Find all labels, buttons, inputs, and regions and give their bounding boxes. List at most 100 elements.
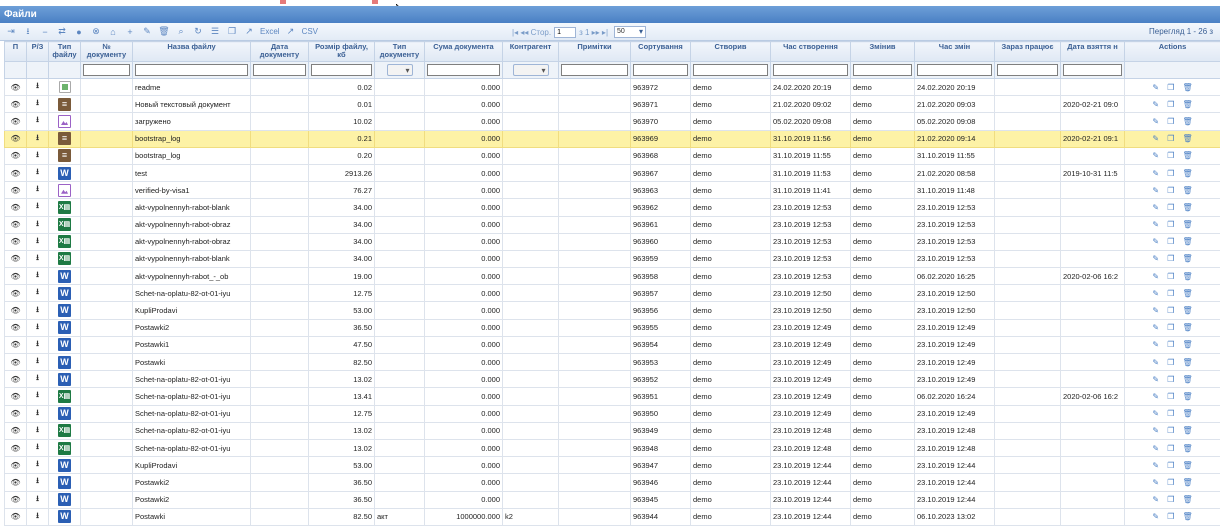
edit-row-icon[interactable]: ✎ <box>1152 134 1159 143</box>
view-eye-icon[interactable]: 👁 <box>10 220 20 229</box>
edit-row-icon[interactable]: ✎ <box>1152 151 1159 160</box>
copy-row-icon[interactable]: ❐ <box>1167 117 1174 126</box>
download-file-icon[interactable]: ⭳ <box>36 442 39 451</box>
copy-row-icon[interactable]: ❐ <box>1167 358 1174 367</box>
cell-name[interactable]: bootstrap_log <box>132 146 251 165</box>
view-eye-icon[interactable]: 👁 <box>10 134 20 143</box>
table-row[interactable]: 👁 ⭳ загружено 10.02 0.000 963970 demo 05… <box>4 112 1220 131</box>
copy-row-icon[interactable]: ❐ <box>1167 512 1174 521</box>
page-size-select[interactable]: 50 <box>614 26 647 38</box>
copy-row-icon[interactable]: ❐ <box>1167 151 1174 160</box>
table-row[interactable]: 👁 ⭳ readme 0.02 0.000 963972 demo 24.02.… <box>4 77 1220 97</box>
cell-name[interactable]: Postawki <box>132 352 251 372</box>
download-file-icon[interactable]: ⭳ <box>36 167 39 176</box>
filter-doctype-select[interactable] <box>386 64 413 76</box>
view-eye-icon[interactable]: 👁 <box>10 375 20 384</box>
delete-row-icon[interactable]: 🗑 <box>1182 478 1192 487</box>
download-icon[interactable]: ⭳ <box>21 24 35 40</box>
delete-icon[interactable]: 🗑 <box>157 26 171 37</box>
download-file-icon[interactable]: ⭳ <box>36 184 39 193</box>
edit-row-icon[interactable]: ✎ <box>1152 83 1159 92</box>
filter-notes-input[interactable] <box>561 64 628 76</box>
delete-row-icon[interactable]: 🗑 <box>1182 426 1192 435</box>
cell-name[interactable]: Schet-na-oplatu-82-ot-01-iyu <box>132 370 251 389</box>
delete-row-icon[interactable]: 🗑 <box>1182 306 1192 315</box>
view-eye-icon[interactable]: 👁 <box>10 444 20 453</box>
delete-row-icon[interactable]: 🗑 <box>1182 134 1192 143</box>
view-eye-icon[interactable]: 👁 <box>10 306 20 315</box>
filter-modified-input[interactable] <box>917 64 992 76</box>
cell-name[interactable]: verified-by-visa1 <box>132 181 251 200</box>
col-name[interactable]: Назва файлу <box>132 41 251 62</box>
copy-row-icon[interactable]: ❐ <box>1167 478 1174 487</box>
filter-sort-input[interactable] <box>633 64 688 76</box>
copy-row-icon[interactable]: ❐ <box>1167 323 1174 332</box>
delete-row-icon[interactable]: 🗑 <box>1182 340 1192 349</box>
table-row[interactable]: 👁 ⭳ X▤ akt-vypolnennyh-rabot-blank 34.00… <box>4 249 1220 269</box>
col-size[interactable]: Розмір файлу, кб <box>308 41 375 62</box>
view-eye-icon[interactable]: 👁 <box>10 289 20 298</box>
table-row[interactable]: 👁 ⭳ X▤ akt-vypolnennyh-rabot-blank 34.00… <box>4 198 1220 217</box>
edit-row-icon[interactable]: ✎ <box>1152 478 1159 487</box>
add-icon[interactable]: + <box>123 27 137 37</box>
cell-name[interactable]: akt-vypolnennyh-rabot_-_ob <box>132 267 251 286</box>
copy-row-icon[interactable]: ❐ <box>1167 186 1174 195</box>
edit-row-icon[interactable]: ✎ <box>1152 340 1159 349</box>
table-row[interactable]: 👁 ⭳ W Postawki2 36.50 0.000 963945 demo … <box>4 490 1220 509</box>
edit-row-icon[interactable]: ✎ <box>1152 375 1159 384</box>
edit-row-icon[interactable]: ✎ <box>1152 186 1159 195</box>
copy-row-icon[interactable]: ❐ <box>1167 340 1174 349</box>
view-eye-icon[interactable]: 👁 <box>10 254 20 263</box>
copy-row-icon[interactable]: ❐ <box>1167 237 1174 246</box>
table-row[interactable]: 👁 ⭳ W Postawki 82.50 акт 1000000.000 k2 … <box>4 507 1220 526</box>
view-eye-icon[interactable]: 👁 <box>10 323 20 332</box>
edit-row-icon[interactable]: ✎ <box>1152 117 1159 126</box>
table-row[interactable]: 👁 ⭳ verified-by-visa1 76.27 0.000 963963… <box>4 181 1220 200</box>
edit-row-icon[interactable]: ✎ <box>1152 512 1159 521</box>
edit-row-icon[interactable]: ✎ <box>1152 392 1159 401</box>
topbar-link-2[interactable] <box>372 0 381 5</box>
copy-row-icon[interactable]: ❐ <box>1167 444 1174 453</box>
edit-row-icon[interactable]: ✎ <box>1152 237 1159 246</box>
table-row[interactable]: 👁 ⭳ X▤ Schet-na-oplatu-82-ot-01-iyu 13.0… <box>4 438 1220 458</box>
delete-row-icon[interactable]: 🗑 <box>1182 117 1192 126</box>
edit-row-icon[interactable]: ✎ <box>1152 409 1159 418</box>
filter-size-input[interactable] <box>311 64 372 76</box>
delete-row-icon[interactable]: 🗑 <box>1182 203 1192 212</box>
copy-icon[interactable]: ❐ <box>225 26 239 37</box>
cell-name[interactable]: Postawki2 <box>132 318 251 337</box>
copy-row-icon[interactable]: ❐ <box>1167 409 1174 418</box>
view-eye-icon[interactable]: 👁 <box>10 169 20 178</box>
last-page-icon[interactable]: ▸| <box>602 28 608 37</box>
view-eye-icon[interactable]: 👁 <box>10 151 20 160</box>
download-file-icon[interactable]: ⭳ <box>36 305 39 314</box>
view-eye-icon[interactable]: 👁 <box>10 100 20 109</box>
cell-name[interactable]: Schet-na-oplatu-82-ot-01-iyu <box>132 284 251 303</box>
col-modifier[interactable]: Змінив <box>850 41 915 62</box>
edit-row-icon[interactable]: ✎ <box>1152 220 1159 229</box>
delete-row-icon[interactable]: 🗑 <box>1182 237 1192 246</box>
filter-creator-input[interactable] <box>693 64 768 76</box>
col-creator[interactable]: Створив <box>690 41 771 62</box>
col-taken[interactable]: Дата взяття н <box>1060 41 1125 62</box>
edit-row-icon[interactable]: ✎ <box>1152 254 1159 263</box>
table-row[interactable]: 👁 ⭳ ≡ bootstrap_log 0.20 0.000 963968 de… <box>4 146 1220 165</box>
cell-name[interactable]: KupliProdavi <box>132 456 251 475</box>
minus-icon[interactable]: − <box>38 27 52 37</box>
view-eye-icon[interactable]: 👁 <box>10 409 20 418</box>
delete-row-icon[interactable]: 🗑 <box>1182 323 1192 332</box>
table-row[interactable]: 👁 ⭳ X▤ Schet-na-oplatu-82-ot-01-iyu 13.0… <box>4 421 1220 440</box>
next-page-icon[interactable]: ▸▸ <box>592 28 600 37</box>
edit-row-icon[interactable]: ✎ <box>1152 306 1159 315</box>
col-actions[interactable]: Actions <box>1124 41 1220 62</box>
download-file-icon[interactable]: ⭳ <box>36 270 39 279</box>
download-file-icon[interactable]: ⭳ <box>36 322 39 331</box>
delete-row-icon[interactable]: 🗑 <box>1182 220 1192 229</box>
filter-taken-input[interactable] <box>1063 64 1122 76</box>
download-file-icon[interactable]: ⭳ <box>36 339 39 348</box>
download-file-icon[interactable]: ⭳ <box>36 115 39 124</box>
table-row[interactable]: 👁 ⭳ W Schet-na-oplatu-82-ot-01-iyu 13.02… <box>4 370 1220 389</box>
excel-export-button[interactable]: Excel <box>260 27 280 36</box>
table-row[interactable]: 👁 ⭳ W Schet-na-oplatu-82-ot-01-iyu 12.75… <box>4 404 1220 423</box>
edit-row-icon[interactable]: ✎ <box>1152 444 1159 453</box>
